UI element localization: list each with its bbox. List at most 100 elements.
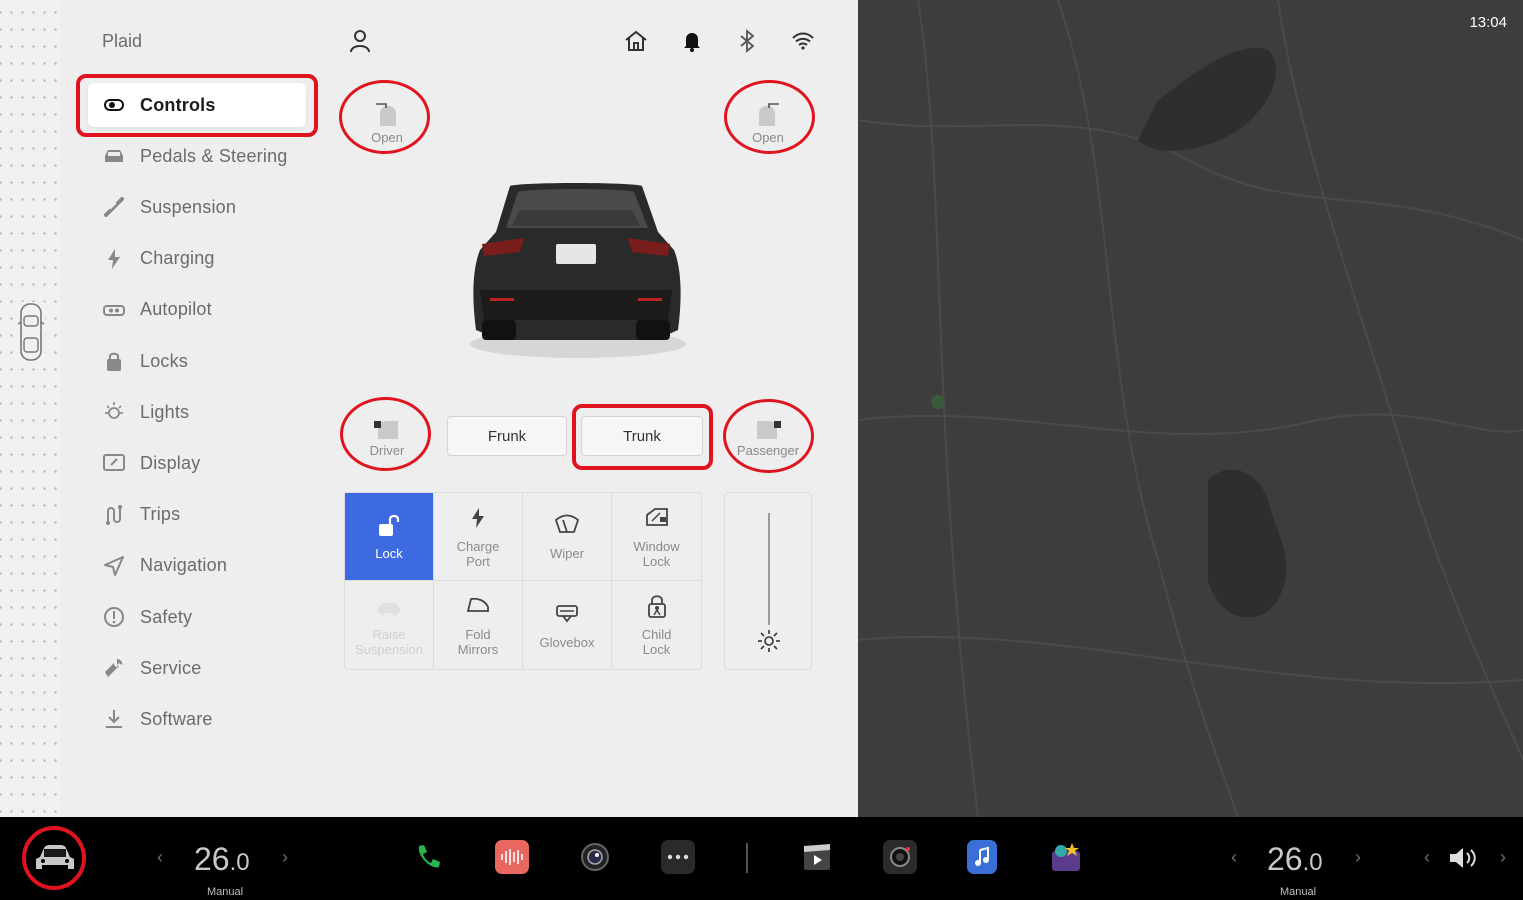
passenger-temp-whole: 26 xyxy=(1267,841,1303,877)
volume-down[interactable]: ‹ xyxy=(1424,847,1430,868)
control-label: Glovebox xyxy=(539,634,595,650)
dock-divider xyxy=(746,843,748,873)
lightning-icon xyxy=(102,247,126,271)
highlight-driver-door xyxy=(340,397,431,471)
sidebar-item-label: Software xyxy=(140,708,213,729)
map-view[interactable]: 13:04 xyxy=(858,0,1523,817)
sidebar-item-software[interactable]: Software xyxy=(88,697,306,741)
passenger-temp-up[interactable]: › xyxy=(1355,847,1361,868)
volume-icon[interactable] xyxy=(1448,846,1482,875)
mirror-icon xyxy=(465,593,491,619)
child-lock-button[interactable]: Child Lock xyxy=(612,581,701,669)
sidebar-item-label: Service xyxy=(140,657,202,678)
sidebar-item-trips[interactable]: Trips xyxy=(88,493,306,537)
steering-wheel-icon xyxy=(102,298,126,322)
sidebar-item-label: Trips xyxy=(140,504,181,525)
brightness-slider[interactable] xyxy=(724,492,812,670)
sidebar-item-locks[interactable]: Locks xyxy=(88,339,306,383)
passenger-temp-down[interactable]: ‹ xyxy=(1231,847,1237,868)
download-icon xyxy=(102,707,126,731)
toybox-icon[interactable] xyxy=(1049,840,1083,874)
quick-controls-grid: Lock Charge Port Wiper Window Lock Raise Sus… xyxy=(344,492,702,670)
sidebar-item-pedals-steering[interactable]: Pedals & Steering xyxy=(88,134,306,178)
navigation-icon xyxy=(102,554,126,578)
sidebar-item-label: Pedals & Steering xyxy=(140,145,288,166)
raise-suspension-button[interactable]: Raise Suspension xyxy=(345,581,434,669)
car-icon[interactable] xyxy=(34,843,76,878)
driver-temp-down[interactable]: ‹ xyxy=(157,847,163,868)
glovebox-icon xyxy=(554,601,580,627)
sidebar-item-label: Autopilot xyxy=(140,299,212,320)
charge-port-button[interactable]: Charge Port xyxy=(434,493,523,581)
frunk-button[interactable]: Frunk xyxy=(447,416,567,456)
vehicle-name: Plaid xyxy=(102,31,143,51)
glovebox-button[interactable]: Glovebox xyxy=(523,581,612,669)
control-label: Window Lock xyxy=(633,538,680,569)
passenger-temperature[interactable]: 26.0 xyxy=(1267,841,1323,878)
control-label: Charge Port xyxy=(456,538,500,569)
sidebar-item-label: Safety xyxy=(140,606,193,627)
vehicle-rear-image xyxy=(460,180,692,360)
fold-mirrors-button[interactable]: Fold Mirrors xyxy=(434,581,523,669)
lock-button[interactable]: Lock xyxy=(345,493,434,581)
driver-temperature[interactable]: 26.0 xyxy=(194,841,250,878)
sidebar-item-safety[interactable]: Safety xyxy=(88,595,306,639)
phone-icon[interactable] xyxy=(411,840,445,874)
sidebar-item-display[interactable]: Display xyxy=(88,441,306,485)
sidebar-item-autopilot[interactable]: Autopilot xyxy=(88,288,306,332)
raise-suspension-icon xyxy=(376,593,402,619)
driver-climate-mode: Manual xyxy=(206,886,244,898)
home-icon[interactable] xyxy=(623,28,649,54)
map-background xyxy=(858,0,1523,817)
sidebar-item-suspension[interactable]: Suspension xyxy=(88,185,306,229)
wrench-icon xyxy=(102,656,126,680)
bluetooth-icon[interactable] xyxy=(734,28,760,54)
display-icon xyxy=(102,451,126,475)
highlight-controls xyxy=(76,74,318,137)
left-dotted-strip xyxy=(0,0,60,817)
music-icon[interactable] xyxy=(967,840,997,874)
trips-icon xyxy=(102,503,126,527)
volume-up[interactable]: › xyxy=(1500,847,1506,868)
highlight-front-right-door xyxy=(724,80,815,154)
lock-icon xyxy=(102,349,126,373)
highlight-trunk xyxy=(572,404,713,470)
bottom-bar: ‹ 26.0 › Manual ‹ 26.0 › Manual ‹ › xyxy=(0,817,1523,900)
sidebar-item-label: Display xyxy=(140,452,201,473)
audio-icon[interactable] xyxy=(495,840,529,874)
window-lock-icon xyxy=(644,505,670,531)
suspension-icon xyxy=(102,195,126,219)
driver-temp-decimal: .0 xyxy=(229,849,250,876)
unlock-icon xyxy=(376,512,402,538)
car-outline-icon[interactable] xyxy=(17,302,45,362)
control-label: Child Lock xyxy=(641,627,672,657)
lightning-icon xyxy=(465,505,491,531)
wifi-icon[interactable] xyxy=(790,28,816,54)
car-front-icon xyxy=(102,144,126,168)
wiper-icon xyxy=(554,512,580,538)
bell-icon[interactable] xyxy=(679,28,705,54)
wiper-button[interactable]: Wiper xyxy=(523,493,612,581)
sidebar-item-charging[interactable]: Charging xyxy=(88,237,306,281)
sidebar-item-label: Locks xyxy=(140,350,189,371)
light-icon xyxy=(102,400,126,424)
slider-track[interactable] xyxy=(768,513,770,625)
sidebar-item-service[interactable]: Service xyxy=(88,646,306,690)
passenger-climate-mode: Manual xyxy=(1279,886,1317,898)
dashcam-icon[interactable] xyxy=(883,840,917,874)
sidebar-item-navigation[interactable]: Navigation xyxy=(88,544,306,588)
theater-icon[interactable] xyxy=(800,840,834,874)
camera-icon[interactable] xyxy=(578,840,612,874)
profile-icon[interactable] xyxy=(347,28,373,54)
sidebar-item-label: Charging xyxy=(140,248,215,269)
control-label: Wiper xyxy=(550,546,584,561)
sidebar-item-label: Suspension xyxy=(140,196,237,217)
driver-temp-up[interactable]: › xyxy=(282,847,288,868)
clock: 13:04 xyxy=(1469,14,1507,31)
window-lock-button[interactable]: Window Lock xyxy=(612,493,701,581)
more-icon[interactable] xyxy=(661,840,695,874)
brightness-icon xyxy=(757,629,781,658)
sidebar-item-lights[interactable]: Lights xyxy=(88,390,306,434)
control-label: Lock xyxy=(375,546,403,561)
highlight-passenger-door xyxy=(723,399,814,473)
